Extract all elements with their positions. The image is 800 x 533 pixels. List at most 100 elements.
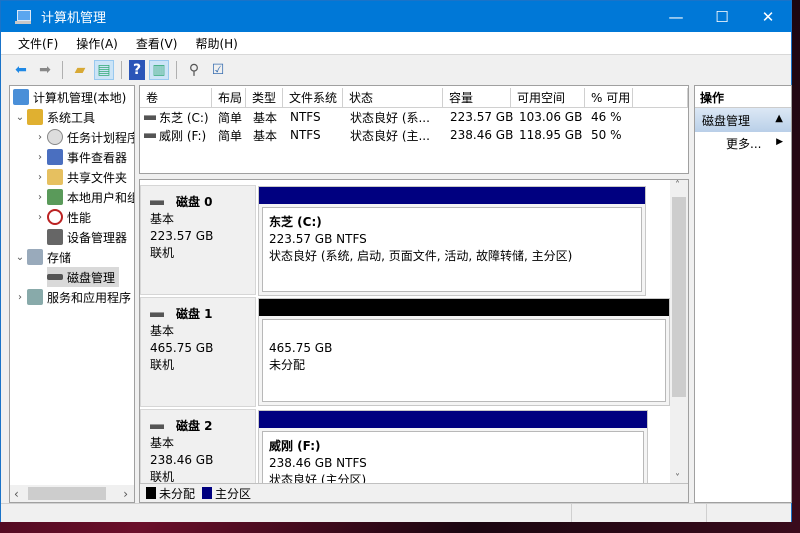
disk-1-label[interactable]: 磁盘 1 基本 465.75 GB 联机: [140, 297, 256, 407]
column-header-percent-free[interactable]: % 可用: [585, 88, 633, 108]
chevron-right-icon[interactable]: ›: [33, 132, 47, 143]
scrollbar-thumb[interactable]: [28, 487, 106, 500]
partition-status: 未分配: [269, 358, 306, 372]
partition-label: 东芝 (C:): [269, 215, 322, 229]
scroll-right-icon[interactable]: ›: [123, 487, 128, 501]
column-header-layout[interactable]: 布局: [212, 88, 246, 108]
clock-icon: [47, 129, 63, 145]
minimize-button[interactable]: —: [653, 1, 699, 32]
disk-state: 联机: [150, 246, 175, 260]
more-label: 更多...: [726, 137, 762, 151]
column-header-volume[interactable]: 卷: [140, 88, 212, 108]
cell-layout: 简单: [218, 110, 243, 125]
show-hide-action-pane-icon[interactable]: ▥: [149, 59, 169, 80]
collapse-up-icon[interactable]: ▲: [775, 113, 783, 124]
legend-swatch-unallocated: [146, 487, 156, 499]
disk-state: 联机: [150, 358, 175, 372]
event-viewer-icon: [47, 149, 63, 165]
chevron-down-icon[interactable]: ⌄: [13, 252, 27, 263]
up-folder-icon[interactable]: ▰: [70, 60, 90, 80]
unallocated-space[interactable]: 465.75 GB 未分配: [258, 298, 670, 406]
tree-item-disk-management[interactable]: 磁盘管理: [47, 267, 120, 287]
tree-item-root[interactable]: 计算机管理(本地): [13, 87, 126, 107]
tree-item-services-apps[interactable]: › 服务和应用程序: [13, 287, 131, 307]
tree-item-device-manager[interactable]: 设备管理器: [47, 227, 127, 247]
menu-file[interactable]: 文件(F): [1, 35, 67, 52]
column-header-capacity[interactable]: 容量: [443, 88, 511, 108]
column-header-filesystem[interactable]: 文件系统: [283, 88, 343, 108]
partition-status: 状态良好 (系统, 启动, 页面文件, 活动, 故障转储, 主分区): [269, 249, 573, 263]
menu-view[interactable]: 查看(V): [127, 35, 187, 52]
cell-type: 基本: [253, 110, 278, 125]
tools-icon: [27, 109, 43, 125]
partition-bar-primary: [259, 411, 647, 428]
column-header-free-space[interactable]: 可用空间: [511, 88, 585, 108]
chevron-right-icon[interactable]: ›: [33, 172, 47, 183]
tree-item-storage[interactable]: ⌄ 存储: [13, 247, 71, 267]
tree-item-performance[interactable]: › 性能: [33, 207, 91, 227]
computer-icon: [13, 89, 29, 105]
tree-horizontal-scrollbar[interactable]: ‹ ›: [10, 485, 134, 502]
chevron-down-icon[interactable]: ⌄: [13, 112, 27, 123]
partition-details: 东芝 (C:) 223.57 GB NTFS 状态良好 (系统, 启动, 页面文…: [262, 207, 642, 292]
cell-filesystem: NTFS: [290, 110, 321, 124]
partition-label: 威刚 (F:): [269, 439, 321, 453]
navigation-tree: 计算机管理(本地) ⌄ 系统工具 › 任务计划程序 › 事件查看器 › 共享文件夹 › 本…: [9, 85, 135, 503]
chevron-right-icon[interactable]: ›: [33, 192, 47, 203]
actions-more[interactable]: 更多... ▶: [695, 132, 791, 154]
column-header-type[interactable]: 类型: [246, 88, 283, 108]
maximize-button[interactable]: ☐: [699, 1, 745, 32]
actions-section-disk-management[interactable]: 磁盘管理 ▲: [695, 108, 791, 132]
disk-icon: [47, 274, 63, 280]
computer-management-icon: [15, 9, 33, 25]
volume-list: 卷 布局 类型 文件系统 状态 容量 可用空间 % 可用 东芝 (C:) 简单 …: [139, 85, 689, 174]
chevron-right-icon[interactable]: ›: [33, 212, 47, 223]
tree-item-system-tools[interactable]: ⌄ 系统工具: [13, 107, 95, 127]
connect-icon[interactable]: ⚲: [184, 60, 204, 80]
cell-status: 状态良好 (系...: [350, 110, 430, 125]
users-icon: [47, 189, 63, 205]
scroll-left-icon[interactable]: ‹: [10, 487, 19, 501]
toolbar: ⬅ ➡ ▰ ▤ ? ▥ ⚲ ☑: [1, 56, 791, 83]
forward-icon[interactable]: ➡: [35, 60, 55, 80]
scrollbar-thumb[interactable]: [672, 197, 686, 397]
tree-item-task-scheduler[interactable]: › 任务计划程序: [33, 127, 134, 147]
disk-graphical-view: 磁盘 0 基本 223.57 GB 联机 东芝 (C:) 223.57 GB N…: [139, 179, 689, 503]
cell-capacity: 238.46 GB: [450, 128, 514, 142]
tree-label: 事件查看器: [67, 150, 128, 165]
volume-icon: [144, 132, 156, 138]
performance-icon: [47, 209, 63, 225]
menu-help[interactable]: 帮助(H): [186, 35, 246, 52]
disk-type: 基本: [150, 324, 175, 338]
window-title: 计算机管理: [41, 11, 107, 26]
disk-0-label[interactable]: 磁盘 0 基本 223.57 GB 联机: [140, 185, 256, 295]
menu-action[interactable]: 操作(A): [67, 35, 127, 52]
help-icon[interactable]: ?: [129, 59, 145, 80]
menu-bar: 文件(F) 操作(A) 查看(V) 帮助(H): [1, 32, 791, 55]
tree-label: 设备管理器: [67, 230, 128, 245]
tree-item-shared-folders[interactable]: › 共享文件夹: [33, 167, 127, 187]
chevron-right-icon[interactable]: ›: [33, 152, 47, 163]
chevron-right-icon[interactable]: ›: [13, 292, 27, 303]
partition-c[interactable]: 东芝 (C:) 223.57 GB NTFS 状态良好 (系统, 启动, 页面文…: [258, 186, 646, 296]
properties-icon[interactable]: ☑: [208, 60, 228, 80]
close-button[interactable]: ✕: [745, 1, 791, 32]
tree-item-local-users[interactable]: › 本地用户和组: [33, 187, 134, 207]
cell-percent-free: 46 %: [591, 110, 622, 124]
cell-volume: 东芝 (C:): [159, 110, 209, 125]
status-bar: [1, 503, 791, 522]
partition-bar-primary: [259, 187, 645, 204]
disk-size: 238.46 GB: [150, 453, 214, 467]
actions-pane: 操作 磁盘管理 ▲ 更多... ▶: [694, 85, 792, 503]
back-icon[interactable]: ⬅: [11, 60, 31, 80]
show-hide-tree-icon[interactable]: ▤: [94, 59, 114, 80]
column-header-status[interactable]: 状态: [343, 88, 443, 108]
disk-view-vertical-scrollbar[interactable]: ˄ ˅: [670, 180, 688, 484]
status-divider: [571, 504, 572, 522]
scroll-up-icon[interactable]: ˄: [675, 180, 680, 191]
cell-volume: 威刚 (F:): [159, 128, 207, 143]
tree-item-event-viewer[interactable]: › 事件查看器: [33, 147, 127, 167]
disk-type: 基本: [150, 436, 175, 450]
disk-type: 基本: [150, 212, 175, 226]
services-icon: [27, 289, 43, 305]
